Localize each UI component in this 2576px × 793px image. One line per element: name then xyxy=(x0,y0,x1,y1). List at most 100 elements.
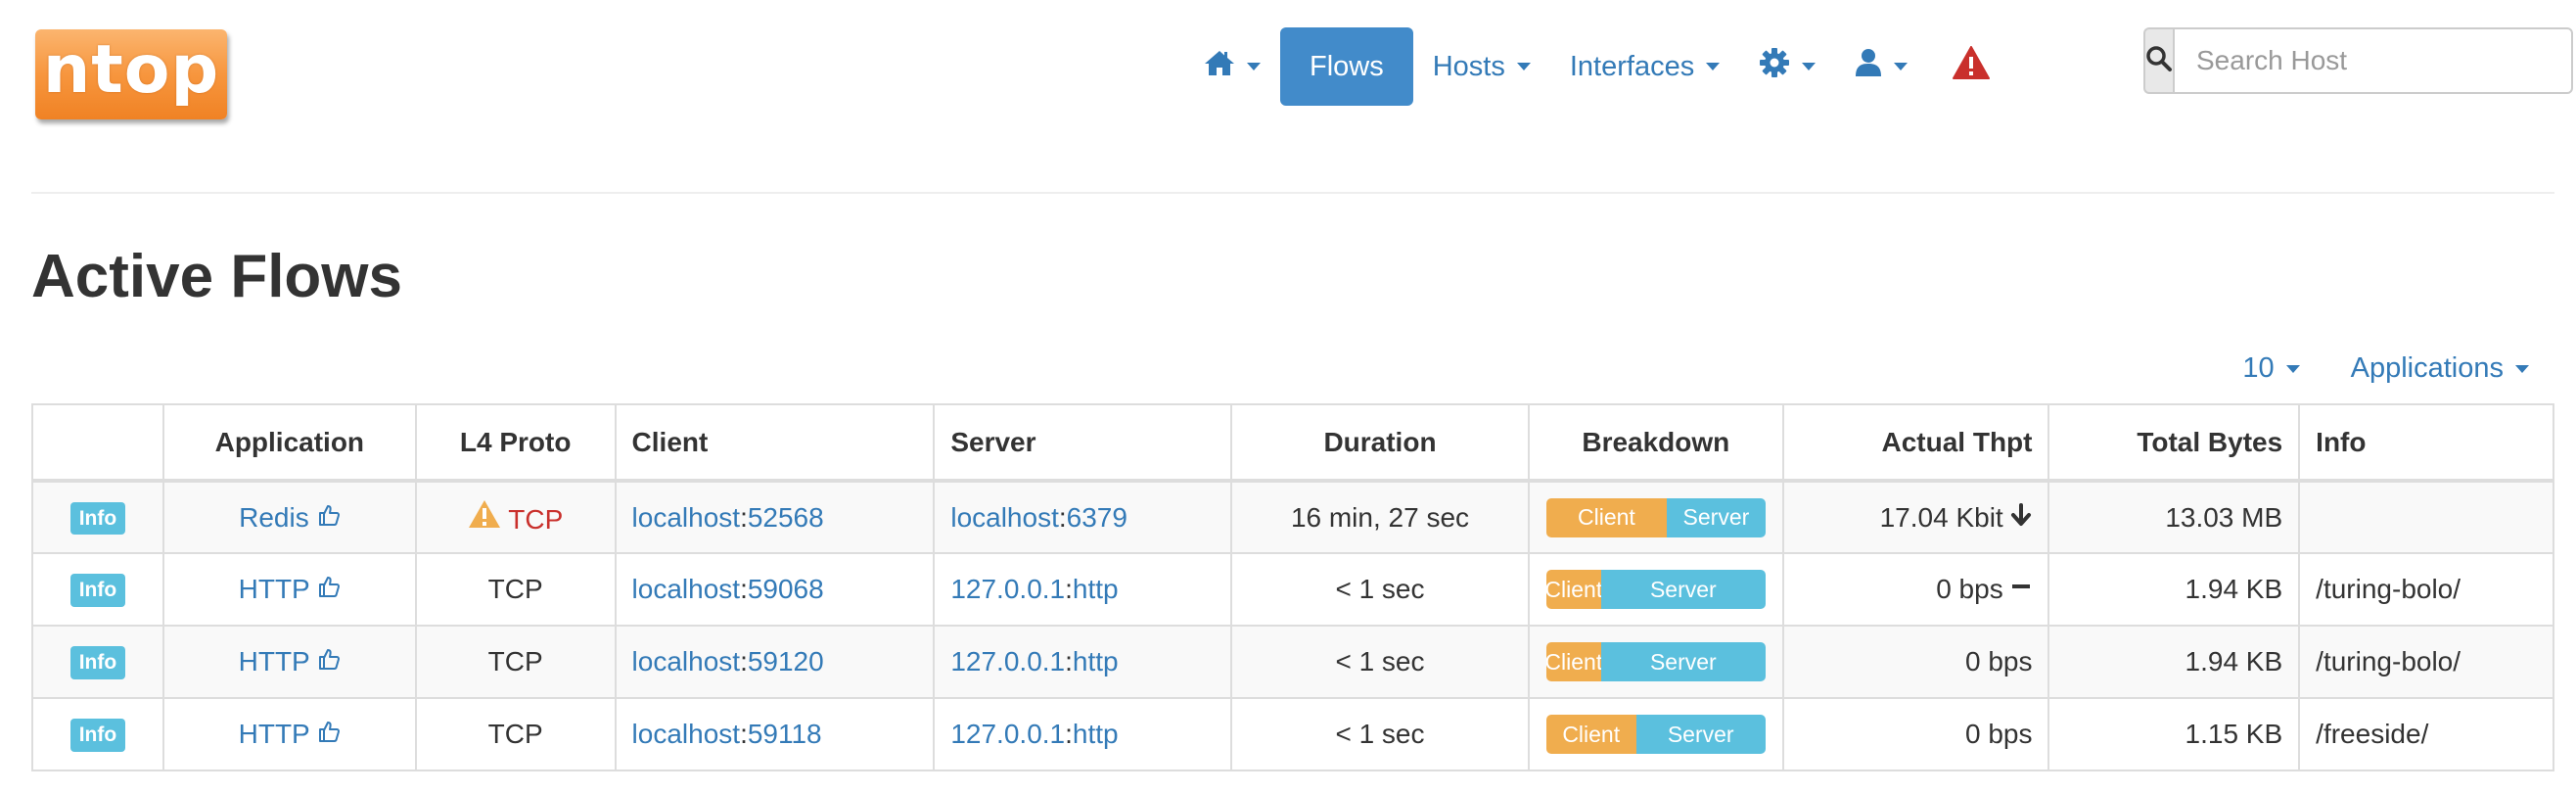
l4-proto-cell: TCP xyxy=(414,552,617,627)
alerts-button[interactable] xyxy=(1927,27,2009,106)
chevron-down-icon xyxy=(1247,63,1261,70)
l4-proto-cell: TCP xyxy=(414,697,617,771)
chevron-down-icon xyxy=(1894,63,1909,70)
col-header-info-text[interactable]: Info xyxy=(2298,403,2554,483)
rows-per-page-dropdown[interactable]: 10 xyxy=(2242,352,2300,385)
application-link[interactable]: HTTP xyxy=(239,574,310,604)
server-port-link[interactable]: 6379 xyxy=(1067,502,1127,533)
col-header-l4-proto[interactable]: L4 Proto xyxy=(414,403,617,483)
breakdown-bar: Client Server xyxy=(1545,570,1766,609)
info-button[interactable]: Info xyxy=(69,719,126,752)
applications-filter-dropdown[interactable]: Applications xyxy=(2351,352,2529,385)
col-header-total-bytes[interactable]: Total Bytes xyxy=(2047,403,2301,483)
total-bytes-cell: 13.03 MB xyxy=(2047,480,2301,554)
client-port-link[interactable]: 59118 xyxy=(748,719,822,749)
application-cell: HTTP xyxy=(161,697,417,771)
breakdown-client-segment: Client xyxy=(1545,642,1601,681)
thumbs-up-icon xyxy=(317,719,341,750)
server-port-link[interactable]: http xyxy=(1073,719,1119,749)
client-host-link[interactable]: localhost xyxy=(632,719,741,749)
client-host-link[interactable]: localhost xyxy=(632,502,741,533)
gear-icon xyxy=(1759,47,1790,86)
breakdown-cell: Client Server xyxy=(1527,697,1784,771)
flows-table: Application L4 Proto Client Server Durat… xyxy=(31,403,2554,771)
info-text-cell: /turing-bolo/ xyxy=(2298,625,2554,699)
warning-triangle-icon xyxy=(1953,46,1991,87)
flows-tab[interactable]: Flows xyxy=(1280,27,1413,106)
table-row: Info HTTP TCP localhost:59118 127.0.0.1:… xyxy=(31,697,2554,771)
minus-icon xyxy=(2010,574,2032,605)
home-icon xyxy=(1204,49,1235,84)
table-header-row: Application L4 Proto Client Server Durat… xyxy=(31,403,2554,483)
thpt-cell: 17.04 Kbit xyxy=(1781,480,2050,554)
client-port-link[interactable]: 59120 xyxy=(748,646,824,676)
hosts-label: Hosts xyxy=(1432,50,1505,82)
total-bytes-cell: 1.15 KB xyxy=(2047,697,2301,771)
info-cell: Info xyxy=(31,480,164,554)
home-menu[interactable] xyxy=(1184,27,1280,106)
col-header-actual-thpt[interactable]: Actual Thpt xyxy=(1781,403,2050,483)
breakdown-server-segment: Server xyxy=(1600,642,1766,681)
search-input[interactable] xyxy=(2173,27,2573,94)
top-nav: Flows Hosts Interfaces xyxy=(1184,27,2009,106)
settings-menu[interactable] xyxy=(1739,27,1835,106)
server-cell: 127.0.0.1:http xyxy=(933,697,1233,771)
duration-cell: < 1 sec xyxy=(1230,625,1530,699)
client-port-link[interactable]: 52568 xyxy=(748,502,824,533)
application-link[interactable]: HTTP xyxy=(239,646,310,676)
server-cell: 127.0.0.1:http xyxy=(933,552,1233,627)
server-host-link[interactable]: localhost xyxy=(950,502,1059,533)
info-button[interactable]: Info xyxy=(69,646,126,679)
total-bytes-cell: 1.94 KB xyxy=(2047,625,2301,699)
info-text-cell: /freeside/ xyxy=(2298,697,2554,771)
client-port-link[interactable]: 59068 xyxy=(748,574,824,604)
client-cell: localhost:52568 xyxy=(614,480,936,554)
chevron-down-icon xyxy=(1516,63,1531,70)
breakdown-server-segment: Server xyxy=(1635,715,1766,754)
info-button[interactable]: Info xyxy=(69,574,126,607)
thpt-value: 17.04 Kbit xyxy=(1879,501,2003,533)
l4-proto-value: TCP xyxy=(508,504,564,535)
server-cell: 127.0.0.1:http xyxy=(933,625,1233,699)
col-header-info[interactable] xyxy=(31,403,164,483)
thpt-cell: 0 bps xyxy=(1781,697,2050,771)
server-port-link[interactable]: http xyxy=(1073,646,1119,676)
server-host-link[interactable]: 127.0.0.1 xyxy=(950,646,1065,676)
col-header-duration[interactable]: Duration xyxy=(1230,403,1530,483)
client-host-link[interactable]: localhost xyxy=(632,646,741,676)
user-icon xyxy=(1855,48,1882,85)
col-header-server[interactable]: Server xyxy=(933,403,1233,483)
application-link[interactable]: Redis xyxy=(239,502,309,533)
user-menu[interactable] xyxy=(1835,27,1927,106)
thumbs-up-icon xyxy=(317,646,341,677)
breakdown-bar: Client Server xyxy=(1545,497,1766,537)
ntop-logo[interactable]: ntop xyxy=(35,29,227,119)
search-group xyxy=(2143,27,2573,94)
client-host-link[interactable]: localhost xyxy=(632,574,741,604)
search-icon xyxy=(2145,45,2173,77)
logo-text: ntop xyxy=(42,31,220,109)
col-header-application[interactable]: Application xyxy=(161,403,417,483)
info-text-cell: /turing-bolo/ xyxy=(2298,552,2554,627)
server-host-link[interactable]: 127.0.0.1 xyxy=(950,719,1065,749)
col-header-client[interactable]: Client xyxy=(614,403,936,483)
server-port-link[interactable]: http xyxy=(1073,574,1119,604)
interfaces-label: Interfaces xyxy=(1569,50,1695,82)
chevron-down-icon xyxy=(1706,63,1721,70)
page-title: Active Flows xyxy=(31,243,402,310)
info-button[interactable]: Info xyxy=(69,501,126,536)
application-link[interactable]: HTTP xyxy=(239,719,310,749)
hosts-menu[interactable]: Hosts xyxy=(1413,27,1550,106)
interfaces-menu[interactable]: Interfaces xyxy=(1550,27,1739,106)
arrow-down-icon xyxy=(2010,502,2032,534)
breakdown-cell: Client Server xyxy=(1527,480,1784,554)
chevron-down-icon xyxy=(1802,63,1817,70)
divider xyxy=(31,192,2554,194)
col-header-breakdown[interactable]: Breakdown xyxy=(1527,403,1784,483)
table-row: Info Redis TCP localhost:52568 localhost… xyxy=(31,480,2554,554)
search-button[interactable] xyxy=(2143,27,2173,94)
breakdown-bar: Client Server xyxy=(1545,642,1766,681)
server-host-link[interactable]: 127.0.0.1 xyxy=(950,574,1065,604)
thumbs-up-icon xyxy=(317,502,341,534)
application-cell: HTTP xyxy=(161,552,417,627)
